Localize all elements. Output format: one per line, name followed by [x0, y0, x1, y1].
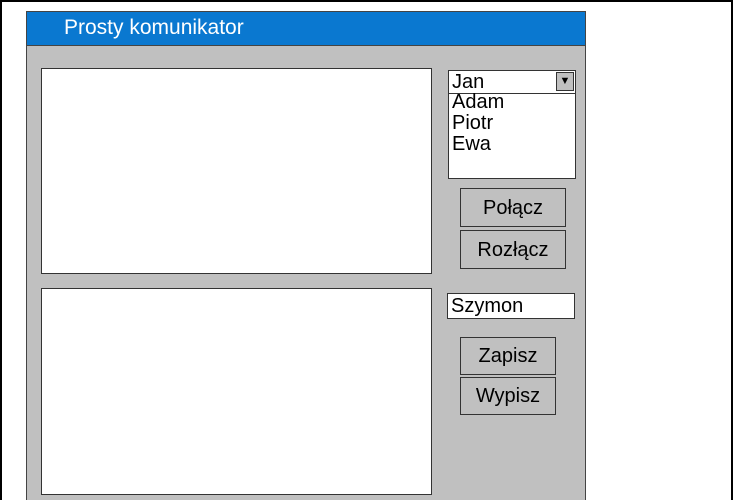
unregister-button[interactable]: Wypisz: [460, 377, 556, 415]
user-option-piotr[interactable]: Piotr: [449, 113, 575, 135]
window-title: Prosty komunikator: [64, 16, 244, 39]
user-option-adam[interactable]: Adam: [449, 92, 575, 114]
messenger-window: Prosty komunikator Jan ▼ Adam Piotr Ewa …: [26, 11, 586, 500]
username-input[interactable]: [447, 293, 575, 319]
user-options-list: Adam Piotr Ewa: [449, 92, 575, 156]
user-select-value: Jan: [452, 71, 485, 93]
disconnect-button[interactable]: Rozłącz: [460, 230, 566, 269]
title-bar[interactable]: Prosty komunikator: [27, 12, 585, 46]
user-option-ewa[interactable]: Ewa: [449, 134, 575, 156]
register-button[interactable]: Zapisz: [460, 337, 556, 375]
chat-log-area[interactable]: [41, 68, 432, 274]
user-select-combobox[interactable]: Jan ▼ Adam Piotr Ewa: [448, 70, 576, 179]
connect-button[interactable]: Połącz: [460, 188, 566, 227]
dropdown-arrow-icon[interactable]: ▼: [556, 72, 574, 91]
message-input-area[interactable]: [41, 288, 432, 495]
